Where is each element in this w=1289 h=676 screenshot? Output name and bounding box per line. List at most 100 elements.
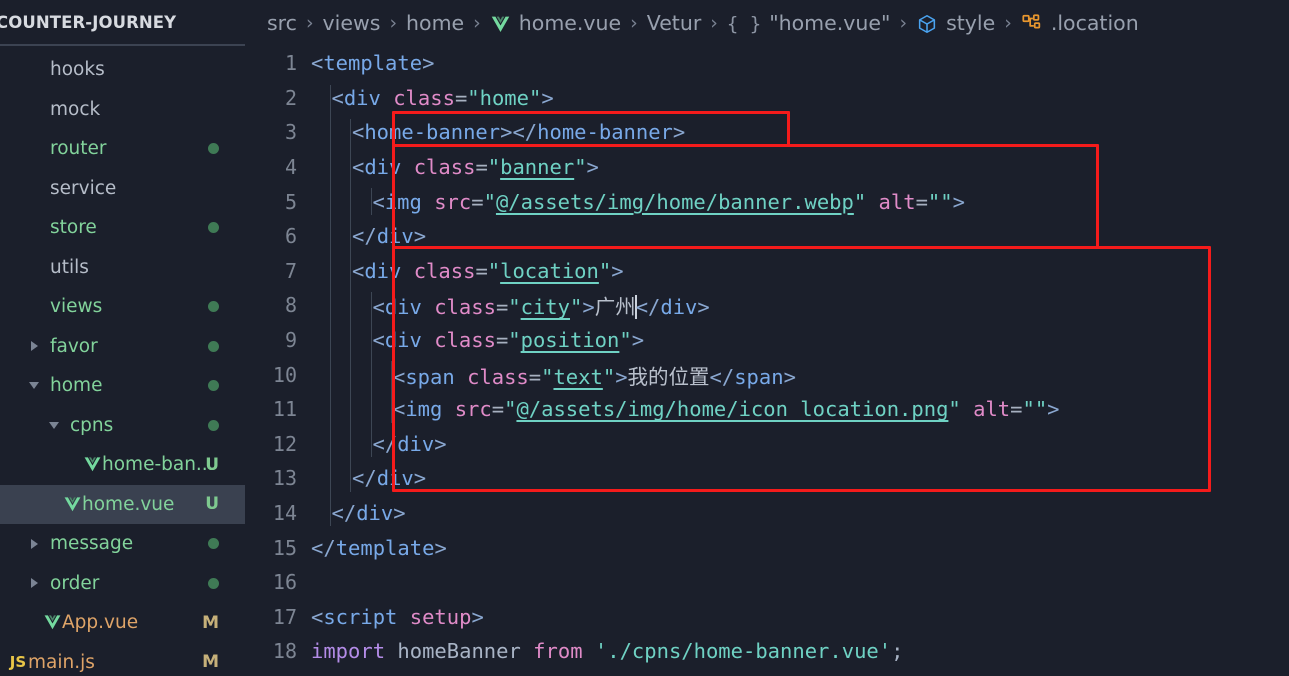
- chevron-right-icon[interactable]: [26, 341, 42, 352]
- token: >: [697, 295, 710, 320]
- breadcrumb-item-vetur[interactable]: Vetur: [647, 11, 702, 35]
- code-text[interactable]: import homeBanner from './cpns/home-bann…: [305, 639, 903, 663]
- token: home-banner: [537, 120, 673, 145]
- token: <: [352, 120, 365, 145]
- token: <: [352, 155, 365, 180]
- code-text[interactable]: <div class="home">: [326, 86, 554, 110]
- token: =: [475, 155, 488, 180]
- code-text[interactable]: </div>: [326, 501, 406, 525]
- tree-item-home-vue[interactable]: home.vue U: [0, 484, 245, 524]
- explorer-header[interactable]: COUNTER-JOURNEY: [0, 0, 245, 46]
- chevron-down-icon[interactable]: [46, 421, 62, 429]
- token: "": [1022, 397, 1048, 422]
- code-text[interactable]: <template>: [305, 51, 434, 75]
- token: @/assets/img/home/icon_location.png: [516, 397, 949, 422]
- line-number: 18: [272, 639, 297, 664]
- chevron-down-icon[interactable]: [26, 382, 42, 390]
- token: =: [1010, 397, 1023, 422]
- token: ": [574, 155, 587, 180]
- code-text[interactable]: <div class="banner">: [346, 155, 599, 179]
- code-text[interactable]: <img src="@/assets/img/home/icon_locatio…: [387, 397, 1060, 421]
- code-line: 18 import homeBanner from './cpns/home-ba…: [245, 634, 1289, 669]
- tree-item-service[interactable]: service: [0, 169, 245, 209]
- code-text[interactable]: <div class="city">广州</div>: [367, 290, 710, 320]
- tree-item-main-js[interactable]: JS main.js M: [0, 643, 245, 676]
- line-number: 14: [272, 501, 297, 526]
- breadcrumb-item-home[interactable]: home: [406, 11, 464, 35]
- code-text[interactable]: </div>: [346, 224, 426, 248]
- code-line: 6 </div>: [245, 219, 1289, 254]
- token: alt: [973, 397, 1011, 422]
- breadcrumb-separator-icon: ›: [630, 12, 638, 34]
- tree-item-favor[interactable]: favor: [0, 327, 245, 367]
- tree-item-home[interactable]: home: [0, 366, 245, 406]
- token: </: [709, 364, 735, 389]
- breadcrumb-item-homevue[interactable]: { } "home.vue": [727, 11, 891, 35]
- token: >: [952, 189, 965, 214]
- tree-item-home-ban-[interactable]: home-ban... U: [0, 445, 245, 485]
- token: >: [783, 364, 796, 389]
- token: ": [487, 258, 501, 283]
- token: './cpns/home-banner.vue': [594, 639, 892, 664]
- code-text[interactable]: </template>: [305, 536, 447, 560]
- vue-file-icon: [82, 455, 102, 474]
- chevron-right-icon[interactable]: [26, 538, 42, 549]
- tree-item-views[interactable]: views: [0, 287, 245, 327]
- breadcrumb-item-style[interactable]: style: [916, 11, 995, 35]
- token: ": [853, 189, 867, 214]
- code-line: 7 <div class="location">: [245, 254, 1289, 289]
- tree-item-label: utils: [50, 256, 89, 278]
- token: div: [376, 466, 414, 491]
- breadcrumb-item-location[interactable]: .location: [1021, 11, 1139, 35]
- code-text[interactable]: </div>: [346, 466, 426, 490]
- code-text[interactable]: <img src="@/assets/img/home/banner.webp"…: [367, 190, 965, 214]
- code-line: 11 <img src="@/assets/img/home/icon_locat…: [245, 392, 1289, 427]
- code-text[interactable]: <div class="location">: [346, 259, 624, 283]
- token: >: [471, 604, 484, 629]
- code-line: 9 <div class="position">: [245, 323, 1289, 358]
- git-status-badge: M: [202, 612, 219, 633]
- tree-item-store[interactable]: store: [0, 208, 245, 248]
- breadcrumb-separator-icon: ›: [899, 12, 908, 34]
- tree-item-utils[interactable]: utils: [0, 248, 245, 288]
- tree-item-mock[interactable]: mock: [0, 90, 245, 130]
- tree-item-cpns[interactable]: cpns: [0, 406, 245, 446]
- token: class: [467, 364, 529, 389]
- code-text[interactable]: <span class="text">我的位置</span>: [387, 360, 796, 390]
- code-text[interactable]: </div>: [367, 432, 447, 456]
- tree-item-label: mock: [50, 98, 101, 120]
- tree-item-app-vue[interactable]: App.vue M: [0, 603, 245, 643]
- token: </: [331, 501, 357, 526]
- breadcrumb-item-src[interactable]: src: [267, 11, 297, 35]
- token: >: [615, 364, 628, 389]
- line-number: 7: [284, 258, 297, 283]
- token: script: [323, 604, 398, 629]
- breadcrumb-item-views[interactable]: views: [323, 11, 381, 35]
- breadcrumb-item-homevue[interactable]: home.vue: [490, 11, 621, 35]
- token: <: [352, 258, 365, 283]
- token: </: [352, 466, 377, 491]
- chevron-right-icon[interactable]: [26, 578, 42, 589]
- code-line: 19: [245, 669, 1289, 676]
- code-editor[interactable]: 1 <template> 2 <div class="home"> 3 <home-ban…: [245, 46, 1289, 676]
- git-status-dot-icon: [208, 419, 219, 431]
- tree-item-message[interactable]: message: [0, 524, 245, 564]
- token: ": [504, 397, 517, 422]
- tree-item-label: hooks: [50, 59, 105, 81]
- token: ": [570, 295, 583, 320]
- tree-item-hooks[interactable]: hooks: [0, 50, 245, 90]
- breadcrumb-label: "home.vue": [769, 11, 891, 35]
- token: =: [454, 85, 468, 110]
- code-line: 5 <img src="@/assets/img/home/banner.webp…: [245, 184, 1289, 219]
- code-text[interactable]: <home-banner></home-banner>: [346, 120, 685, 144]
- code-text[interactable]: <script setup>: [305, 605, 484, 629]
- tree-item-order[interactable]: order: [0, 564, 245, 604]
- code-text[interactable]: <div class="position">: [367, 328, 645, 352]
- vscode-window: COUNTER-JOURNEY hooks mock router service st…: [0, 0, 1289, 676]
- tree-item-router[interactable]: router: [0, 129, 245, 169]
- token: >: [422, 51, 435, 76]
